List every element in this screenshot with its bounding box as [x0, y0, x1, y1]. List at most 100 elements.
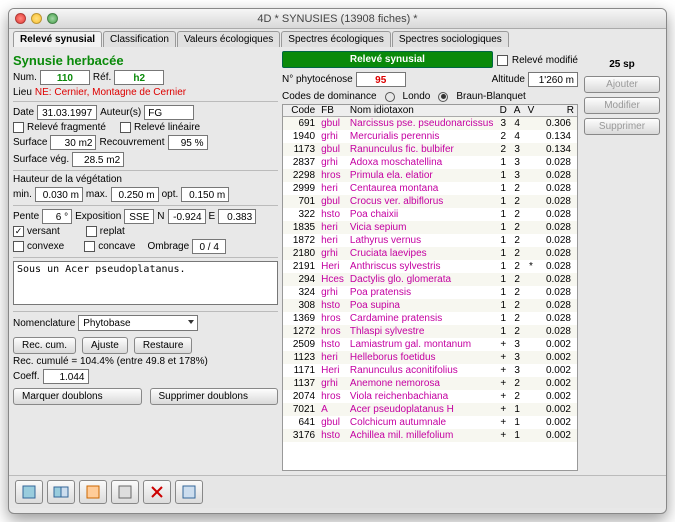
replat-checkbox[interactable] — [86, 226, 97, 237]
table-row[interactable]: 2298hrosPrimula ela. elatior130.028 — [283, 169, 577, 182]
ajouter-button[interactable]: Ajouter — [584, 76, 660, 93]
pente-field[interactable]: 6 ° — [42, 209, 72, 224]
table-row[interactable]: 1137grhiAnemone nemorosa+20.002 — [283, 377, 577, 390]
surface-veg-label: Surface vég. — [13, 154, 69, 165]
tool-2[interactable] — [47, 480, 75, 504]
col-v: V — [524, 105, 538, 117]
table-row[interactable]: 2180grhiCruciata laevipes120.028 — [283, 247, 577, 260]
tool-delete[interactable] — [143, 480, 171, 504]
ombrage-field[interactable]: 0 / 4 — [192, 239, 226, 254]
table-row[interactable]: 641gbulColchicum autumnale+10.002 — [283, 416, 577, 429]
pente-label: Pente — [13, 211, 39, 222]
londo-radio[interactable] — [385, 92, 395, 102]
tool-1[interactable] — [15, 480, 43, 504]
table-row[interactable]: 294HcesDactylis glo. glomerata120.028 — [283, 273, 577, 286]
table-row[interactable]: 3176hstoAchillea mil. millefolium+10.002 — [283, 429, 577, 442]
nomenclature-select[interactable]: Phytobase — [78, 315, 198, 331]
versant-checkbox[interactable] — [13, 226, 24, 237]
table-row[interactable]: 2191HeriAnthriscus sylvestris12*0.028 — [283, 260, 577, 273]
surface-veg-field[interactable]: 28.5 m2 — [72, 152, 124, 167]
table-row[interactable]: 308hstoPoa supina120.028 — [283, 299, 577, 312]
min-field[interactable]: 0.030 m — [35, 187, 83, 202]
braun-radio[interactable] — [438, 92, 448, 102]
species-table-wrap[interactable]: Code FB Nom idiotaxon D A V R 691gbulNar… — [282, 104, 578, 471]
versant-label: versant — [27, 226, 60, 237]
releve-fragmente-checkbox[interactable] — [13, 122, 24, 133]
col-r: R — [538, 105, 577, 117]
releve-fragmente-label: Relevé fragmenté — [27, 122, 106, 133]
coeff-label: Coeff. — [13, 371, 40, 382]
col-a: A — [510, 105, 524, 117]
table-row[interactable]: 1171HeriRanunculus aconitifolius+30.002 — [283, 364, 577, 377]
phyto-label: N° phytocénose — [282, 74, 353, 85]
ajuste-button[interactable]: Ajuste — [82, 337, 128, 354]
species-table: Code FB Nom idiotaxon D A V R 691gbulNar… — [283, 105, 577, 442]
max-field[interactable]: 0.250 m — [111, 187, 159, 202]
col-nom: Nom idiotaxon — [347, 105, 496, 117]
rec-cum-button[interactable]: Rec. cum. — [13, 337, 76, 354]
tool-6[interactable] — [175, 480, 203, 504]
app-window: 4D * SYNUSIES (13908 fiches) * Relevé sy… — [8, 8, 667, 514]
surface-field[interactable]: 30 m2 — [50, 135, 96, 150]
tab-classification[interactable]: Classification — [103, 31, 176, 47]
min-label: min. — [13, 189, 32, 200]
lieu-label: Lieu — [13, 87, 32, 98]
recouvrement-field[interactable]: 95 % — [168, 135, 208, 150]
table-row[interactable]: 1173gbulRanunculus fic. bulbifer230.134 — [283, 143, 577, 156]
concave-checkbox[interactable] — [84, 241, 95, 252]
table-row[interactable]: 701gbulCrocus ver. albiflorus120.028 — [283, 195, 577, 208]
concave-label: concave — [98, 241, 135, 252]
tool-4[interactable] — [111, 480, 139, 504]
tab-bar: Relevé synusial Classification Valeurs é… — [9, 31, 666, 47]
table-row[interactable]: 2999heriCentaurea montana120.028 — [283, 182, 577, 195]
col-code: Code — [283, 105, 318, 117]
altitude-field[interactable]: 1'260 m — [528, 72, 578, 87]
date-field[interactable]: 31.03.1997 — [37, 105, 97, 120]
titlebar: 4D * SYNUSIES (13908 fiches) * — [9, 9, 666, 29]
table-row[interactable]: 7021AAcer pseudoplatanus H+10.002 — [283, 403, 577, 416]
table-row[interactable]: 2074hrosViola reichenbachiana+20.002 — [283, 390, 577, 403]
supprimer-button[interactable]: Supprimer — [584, 118, 660, 135]
tool-3[interactable] — [79, 480, 107, 504]
notes-textarea[interactable] — [13, 261, 278, 305]
tab-spectres-socio[interactable]: Spectres sociologiques — [392, 31, 509, 47]
supprimer-doublons-button[interactable]: Supprimer doublons — [150, 388, 279, 405]
table-row[interactable]: 691gbulNarcissus pse. pseudonarcissus340… — [283, 117, 577, 130]
num-field[interactable]: 110 — [40, 70, 90, 85]
col-fb: FB — [318, 105, 347, 117]
ref-field[interactable]: h2 — [114, 70, 164, 85]
tab-spectres-eco[interactable]: Spectres écologiques — [281, 31, 391, 47]
coeff-field[interactable]: 1.044 — [43, 369, 89, 384]
ref-label: Réf. — [93, 72, 111, 83]
table-row[interactable]: 2837grhiAdoxa moschatellina130.028 — [283, 156, 577, 169]
tab-releve[interactable]: Relevé synusial — [13, 31, 102, 47]
n-field[interactable]: -0.924 — [168, 209, 206, 224]
exposition-field[interactable]: SSE — [124, 209, 154, 224]
lieu-value: NE: Cernier, Montagne de Cernier — [35, 87, 186, 98]
marquer-doublons-button[interactable]: Marquer doublons — [13, 388, 142, 405]
e-field[interactable]: 0.383 — [218, 209, 256, 224]
table-row[interactable]: 1835heriVicia sepium120.028 — [283, 221, 577, 234]
tab-valeurs[interactable]: Valeurs écologiques — [177, 31, 280, 47]
table-row[interactable]: 1272hrosThlaspi sylvestre120.028 — [283, 325, 577, 338]
modifier-button[interactable]: Modifier — [584, 97, 660, 114]
ombrage-label: Ombrage — [148, 241, 190, 252]
opt-label: opt. — [162, 189, 179, 200]
table-row[interactable]: 324grhiPoa pratensis120.028 — [283, 286, 577, 299]
table-row[interactable]: 1123heriHelleborus foetidus+30.002 — [283, 351, 577, 364]
table-row[interactable]: 322hstoPoa chaixii120.028 — [283, 208, 577, 221]
table-row[interactable]: 2509hstoLamiastrum gal. montanum+30.002 — [283, 338, 577, 351]
phyto-field[interactable]: 95 — [356, 72, 406, 87]
opt-field[interactable]: 0.150 m — [181, 187, 229, 202]
table-row[interactable]: 1940grhiMercurialis perennis240.134 — [283, 130, 577, 143]
restaure-button[interactable]: Restaure — [134, 337, 193, 354]
auteur-field[interactable]: FG — [144, 105, 194, 120]
table-row[interactable]: 1872heriLathyrus vernus120.028 — [283, 234, 577, 247]
left-pane: Synusie herbacée Num. 110 Réf. h2 Lieu N… — [13, 51, 278, 471]
convexe-checkbox[interactable] — [13, 241, 24, 252]
braun-label: Braun-Blanquet — [456, 91, 526, 102]
rec-cum-line: Rec. cumulé = 104.4% (entre 49.8 et 178%… — [13, 356, 208, 367]
releve-lineaire-checkbox[interactable] — [120, 122, 131, 133]
releve-modifie-checkbox[interactable] — [497, 55, 508, 66]
table-row[interactable]: 1369hrosCardamine pratensis120.028 — [283, 312, 577, 325]
